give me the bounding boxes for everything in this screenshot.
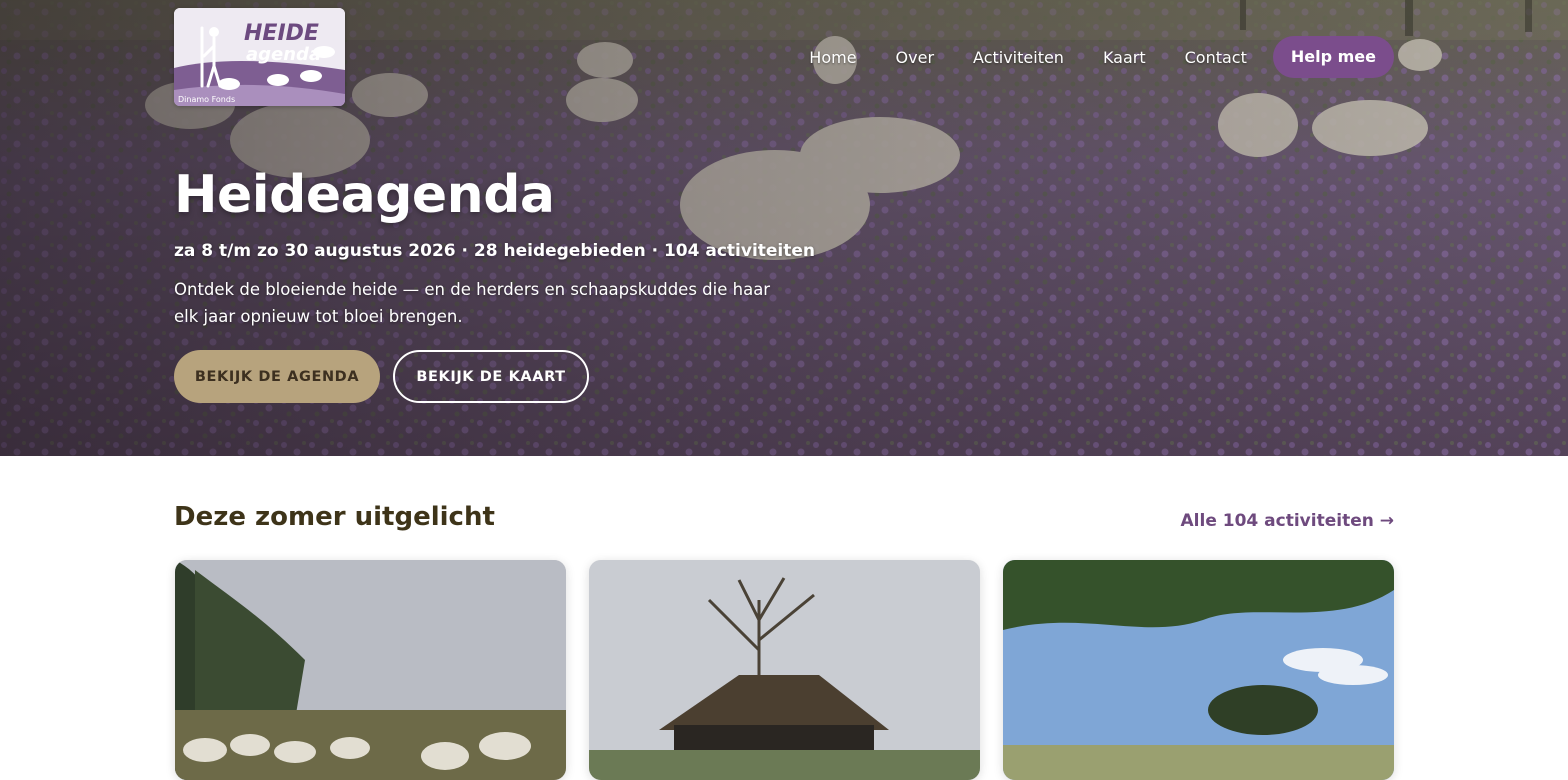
nav-home[interactable]: Home	[809, 48, 856, 67]
page-title: Heideagenda	[174, 165, 555, 225]
hero-description: Ontdek de bloeiende heide — en de herder…	[174, 280, 771, 326]
hero-subtitle: za 8 t/m zo 30 augustus 2026 · 28 heideg…	[174, 241, 816, 261]
all-activities-link[interactable]: Alle 104 activiteiten →	[1181, 511, 1394, 531]
view-map-button[interactable]: BEKIJK DE KAART	[393, 350, 589, 403]
logo-subtitle: agenda	[246, 44, 321, 65]
logo-title: HEIDE	[244, 21, 319, 46]
logo-sponsor: Dinamo Fonds	[178, 95, 235, 104]
view-agenda-button[interactable]: BEKIJK DE AGENDA	[174, 350, 380, 403]
main-nav: Home Over Activiteiten Kaart Contact Hel…	[809, 36, 1394, 78]
logo-image: HEIDE agenda Dinamo Fonds	[174, 8, 345, 106]
card-image-heath-landscape	[1003, 560, 1394, 780]
nav-kaart[interactable]: Kaart	[1103, 48, 1146, 67]
hero: HEIDE agenda Dinamo Fonds Home Over Acti…	[0, 0, 1568, 456]
card-image-sheepfold-barn	[589, 560, 980, 780]
featured-card[interactable]	[589, 560, 980, 780]
featured-card[interactable]	[1003, 560, 1394, 780]
nav-activiteiten[interactable]: Activiteiten	[973, 48, 1064, 67]
nav-contact[interactable]: Contact	[1185, 48, 1247, 67]
heideagenda-logo[interactable]: HEIDE agenda Dinamo Fonds	[174, 8, 345, 106]
nav-over[interactable]: Over	[896, 48, 934, 67]
featured-section-title: Deze zomer uitgelicht	[174, 502, 495, 532]
help-mee-button[interactable]: Help mee	[1272, 36, 1394, 78]
featured-card[interactable]	[175, 560, 566, 780]
card-image-sheep-flock	[175, 560, 566, 780]
